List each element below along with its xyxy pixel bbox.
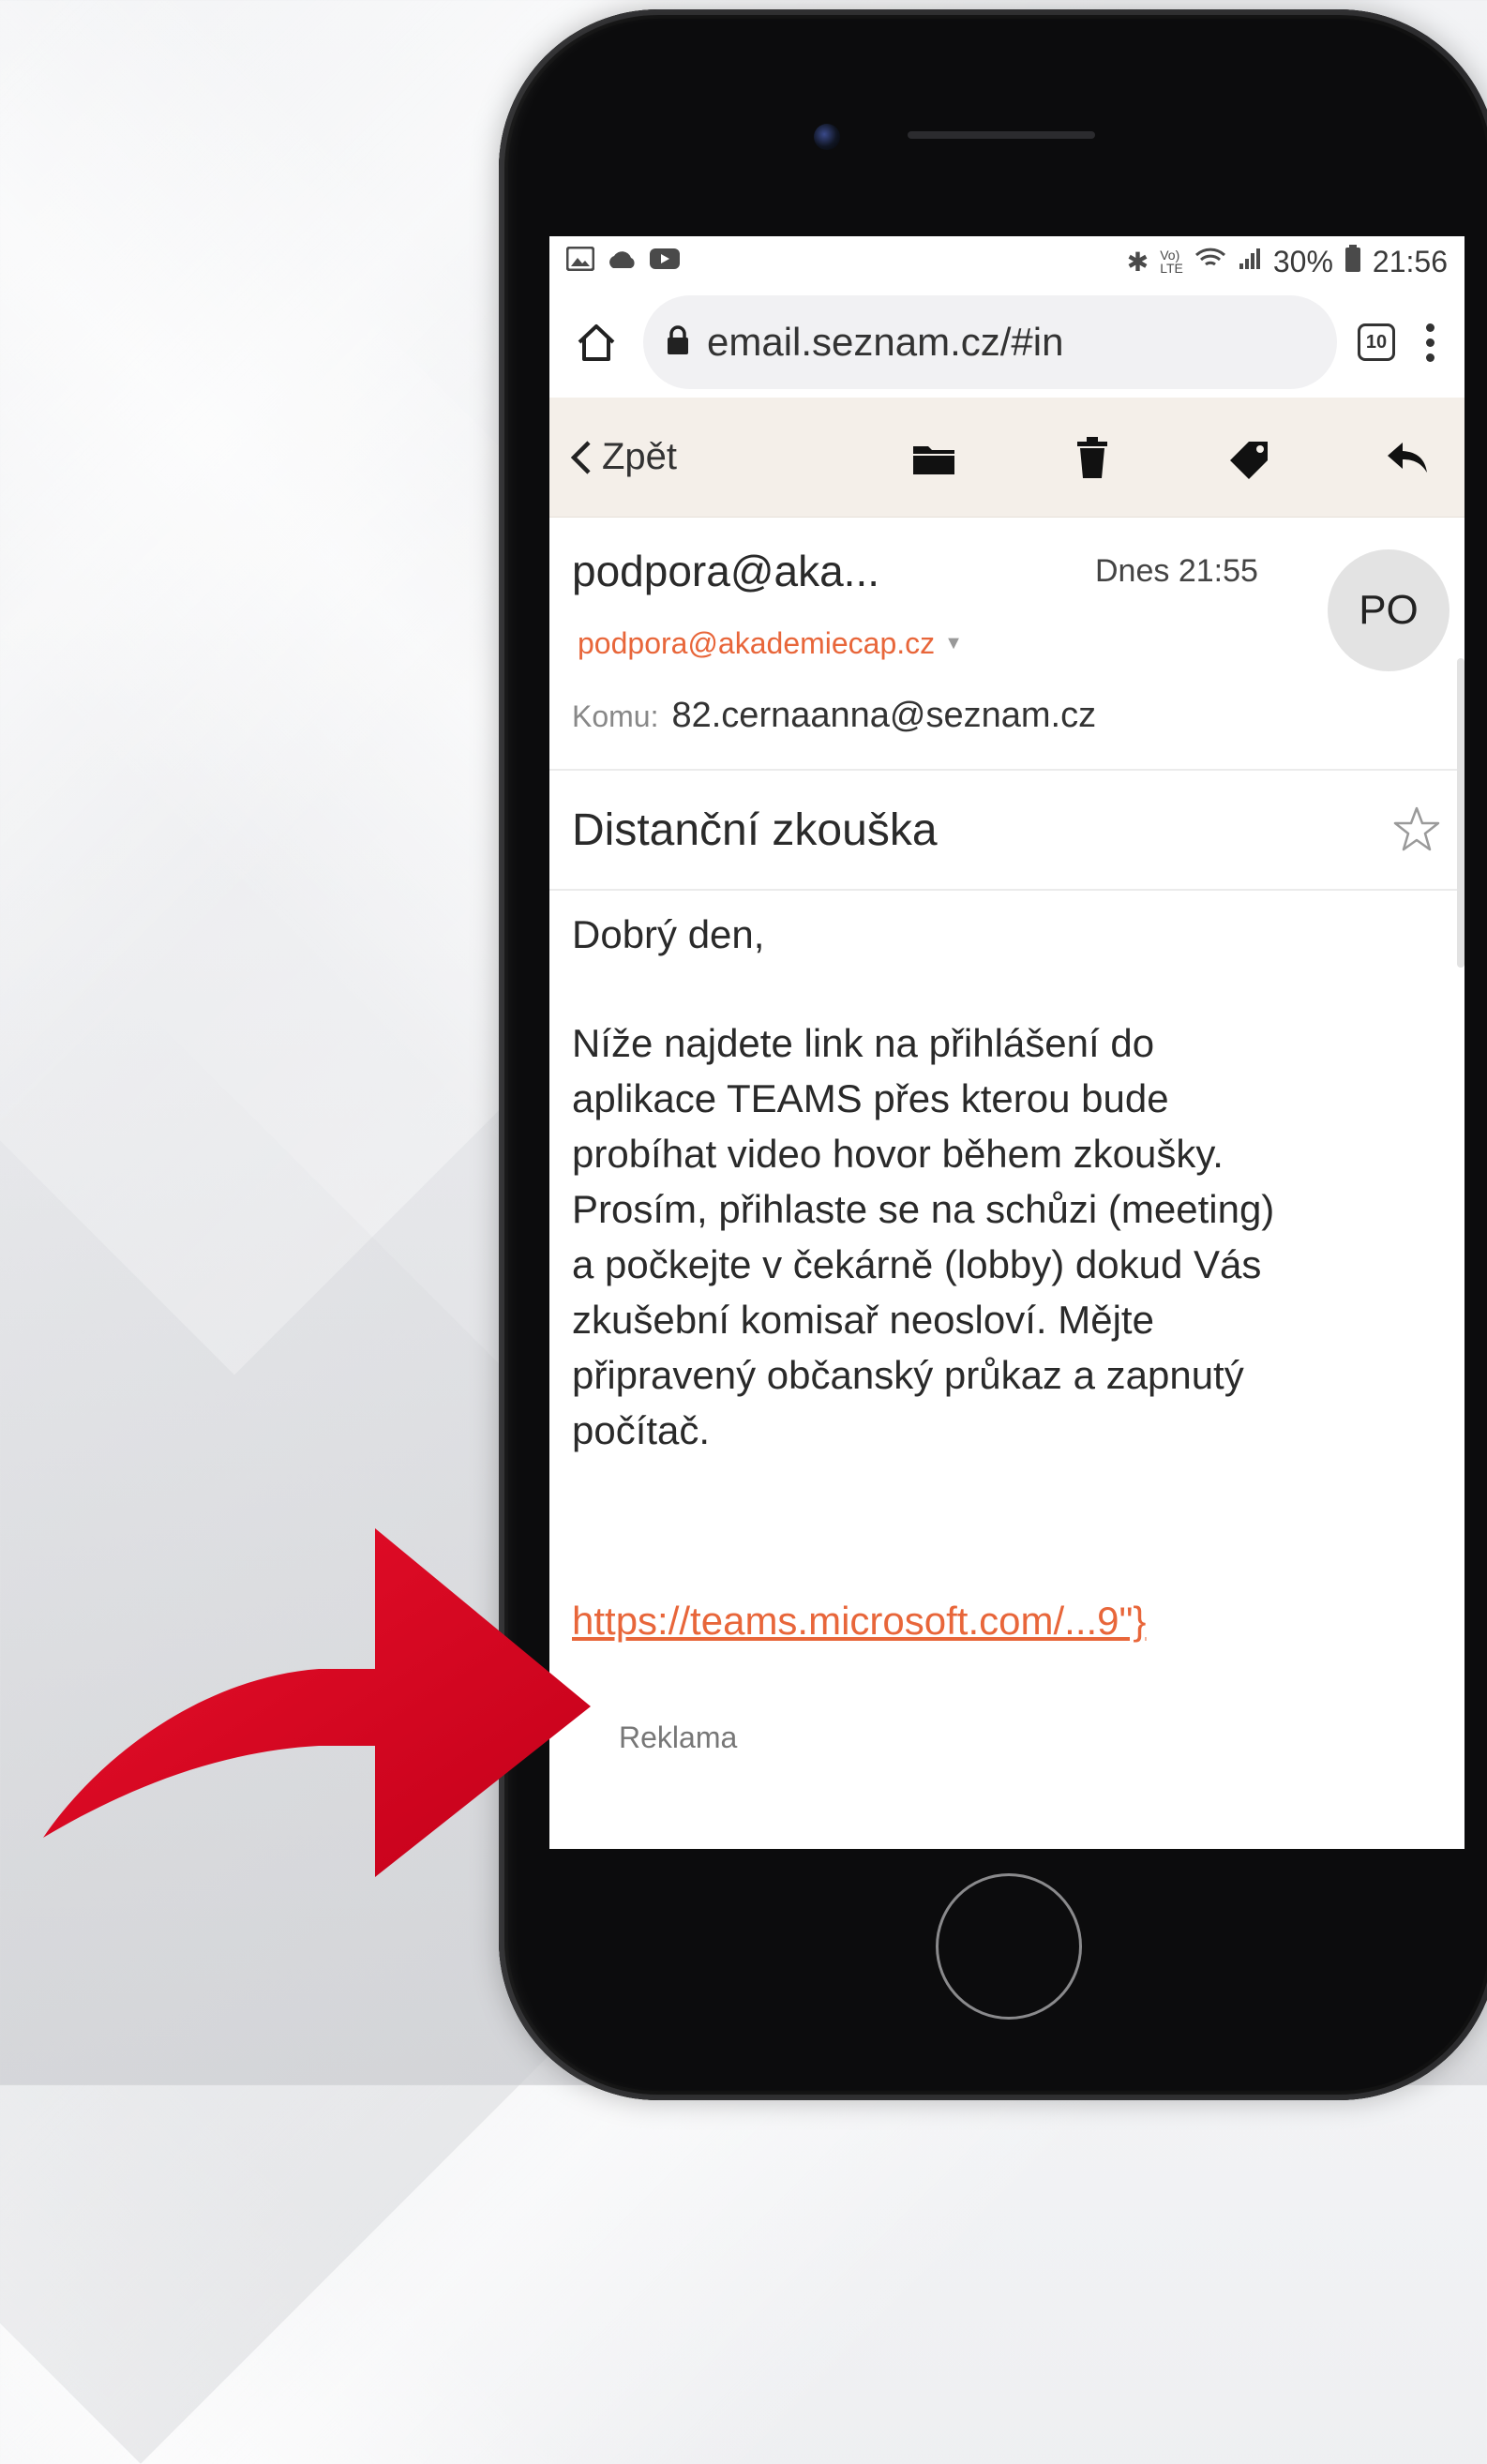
mail-toolbar: Zpět	[549, 398, 1464, 518]
message-body: Dobrý den, Níže najdete link na přihláše…	[549, 891, 1464, 1755]
message-header: podpora@aka... Dnes 21:55 PO podpora@aka…	[549, 518, 1464, 968]
caret-down-icon[interactable]: ▼	[944, 633, 963, 654]
chevron-left-icon	[570, 440, 591, 474]
folder-icon[interactable]	[906, 429, 962, 486]
body-line: zkušební komisař neosloví. Mějte	[572, 1297, 1154, 1342]
browser-url-bar: email.seznam.cz/#in 10	[549, 287, 1464, 398]
gallery-icon	[565, 246, 595, 278]
red-arrow-icon	[43, 1528, 591, 1877]
front-camera	[814, 124, 840, 150]
body-line: připravený občanský průkaz a zapnutý	[572, 1352, 1244, 1397]
recipient-row: Komu: 82.cernaanna@seznam.cz	[572, 696, 1096, 736]
message-time: Dnes 21:55	[1095, 553, 1258, 589]
home-button[interactable]	[936, 1873, 1082, 2020]
subject-row: Distanční zkouška	[549, 771, 1464, 891]
trash-icon[interactable]	[1064, 429, 1120, 486]
star-icon[interactable]	[1391, 804, 1442, 855]
to-label: Komu:	[572, 699, 659, 733]
battery-percent: 30%	[1272, 244, 1333, 278]
body-text: Níže najdete link na přihlášení do aplik…	[572, 1015, 1442, 1458]
body-line: probíhat video hovor během zkoušky.	[572, 1131, 1224, 1176]
back-label: Zpět	[602, 436, 678, 477]
clock: 21:56	[1372, 244, 1448, 278]
tag-icon[interactable]	[1222, 429, 1278, 486]
body-line: Prosím, přihlaste se na schůzi (meeting)	[572, 1186, 1275, 1231]
signal-icon	[1238, 247, 1262, 278]
body-line: Níže najdete link na přihlášení do	[572, 1020, 1155, 1065]
ad-label: Reklama	[619, 1720, 738, 1754]
back-button[interactable]: Zpět	[568, 436, 906, 478]
address-field[interactable]: email.seznam.cz/#in	[643, 295, 1337, 389]
battery-icon	[1344, 244, 1361, 279]
scrollbar[interactable]	[1457, 658, 1464, 968]
earpiece-speaker	[908, 131, 1095, 139]
subject: Distanční zkouška	[572, 804, 938, 855]
status-bar: ✱ Vo) LTE 30% 21:56	[549, 236, 1464, 287]
reply-icon[interactable]	[1380, 429, 1436, 486]
to-value: 82.cernaanna@seznam.cz	[671, 696, 1097, 735]
body-line: aplikace TEAMS přes kterou bude	[572, 1075, 1169, 1120]
cloud-icon	[606, 247, 638, 277]
bluetooth-icon: ✱	[1126, 247, 1149, 277]
url-text: email.seznam.cz/#in	[707, 320, 1064, 364]
wifi-icon	[1194, 247, 1226, 278]
sender-email-text: podpora@akademiecap.cz	[578, 626, 936, 660]
greeting: Dobrý den,	[572, 912, 765, 956]
home-icon[interactable]	[570, 316, 623, 368]
volte-indicator: Vo) LTE	[1160, 248, 1183, 276]
body-line: a počkejte v čekárně (lobby) dokud Vás	[572, 1241, 1262, 1286]
lock-icon	[666, 324, 690, 360]
phone-screen: ✱ Vo) LTE 30% 21:56 email.seznam.cz/#in …	[549, 236, 1464, 1849]
body-line: počítač.	[572, 1407, 711, 1452]
youtube-icon	[649, 247, 681, 277]
status-right: ✱ Vo) LTE 30% 21:56	[1126, 244, 1448, 279]
browser-menu-icon[interactable]	[1416, 323, 1444, 362]
toolbar-actions	[906, 429, 1446, 486]
sender-email[interactable]: podpora@akademiecap.cz ▼	[578, 626, 963, 661]
tabs-count-button[interactable]: 10	[1358, 323, 1395, 361]
avatar: PO	[1328, 549, 1449, 671]
status-left	[565, 246, 681, 278]
sender-name: podpora@aka...	[572, 547, 880, 595]
teams-link[interactable]: https://teams.microsoft.com/...9"}	[572, 1599, 1146, 1644]
